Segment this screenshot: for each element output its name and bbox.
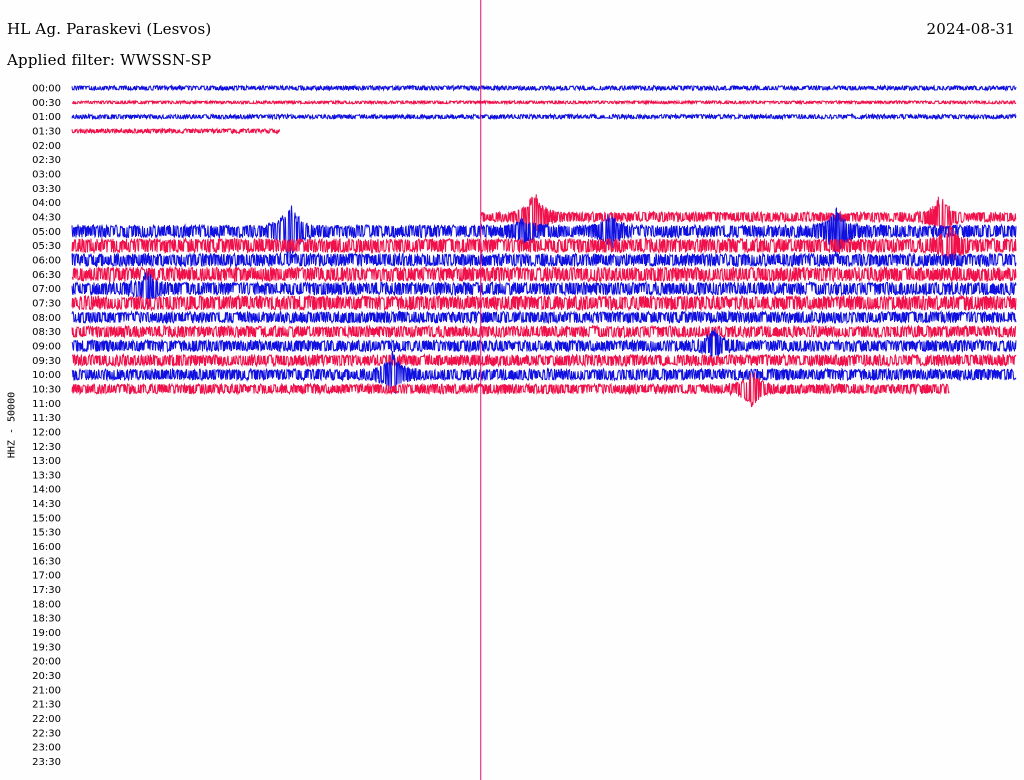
tick-label: 11:00 — [32, 399, 61, 410]
time-tick-labels: 00:00 00:30 01:00 01:30 02:00 02:30 03:00 03:30… — [32, 84, 61, 769]
tick-label: 18:00 — [32, 599, 61, 610]
tick-label: 08:30 — [32, 327, 61, 338]
tick-label: 17:00 — [32, 571, 61, 582]
tick-label: 00:30 — [32, 98, 61, 109]
tick-label: 06:30 — [32, 270, 61, 281]
tick-label: 03:30 — [32, 184, 61, 195]
trace-row-01:30 — [71, 127, 280, 135]
tick-label: 04:30 — [32, 212, 61, 223]
seismic-traces — [71, 84, 1017, 408]
tick-label: 04:00 — [32, 198, 61, 209]
tick-label: 10:30 — [32, 384, 61, 395]
trace-row-01:00 — [71, 112, 1017, 121]
tick-label: 16:30 — [32, 556, 61, 567]
tick-label: 07:00 — [32, 284, 61, 295]
tick-label: 09:00 — [32, 341, 61, 352]
tick-label: 21:00 — [32, 685, 61, 696]
tick-label: 15:30 — [32, 528, 61, 539]
trace-row-00:00 — [71, 84, 1017, 92]
tick-label: 05:00 — [32, 227, 61, 238]
tick-label: 07:30 — [32, 298, 61, 309]
tick-label: 15:00 — [32, 513, 61, 524]
tick-label: 13:30 — [32, 470, 61, 481]
trace-row-09:30 — [71, 352, 1017, 368]
tick-label: 06:00 — [32, 255, 61, 266]
tick-label: 20:30 — [32, 671, 61, 682]
tick-label: 16:00 — [32, 542, 61, 553]
tick-label: 01:30 — [32, 126, 61, 137]
trace-row-08:30 — [71, 324, 1017, 339]
tick-label: 11:30 — [32, 413, 61, 424]
trace-row-07:30 — [71, 294, 1017, 312]
tick-label: 09:30 — [32, 356, 61, 367]
tick-label: 21:30 — [32, 700, 61, 711]
tick-label: 19:00 — [32, 628, 61, 639]
tick-label: 19:30 — [32, 642, 61, 653]
tick-label: 22:00 — [32, 714, 61, 725]
tick-label: 23:30 — [32, 757, 61, 768]
tick-label: 10:00 — [32, 370, 61, 381]
tick-label: 20:00 — [32, 657, 61, 668]
trace-row-08:00 — [71, 309, 1017, 325]
trace-row-00:30 — [71, 99, 1017, 106]
tick-label: 01:00 — [32, 112, 61, 123]
tick-label: 23:00 — [32, 743, 61, 754]
trace-row-06:00 — [71, 251, 1017, 269]
tick-label: 02:00 — [32, 141, 61, 152]
tick-label: 00:00 — [32, 84, 61, 95]
tick-label: 12:00 — [32, 427, 61, 438]
tick-label: 02:30 — [32, 155, 61, 166]
tick-label: 17:30 — [32, 585, 61, 596]
tick-label: 14:00 — [32, 485, 61, 496]
tick-label: 05:30 — [32, 241, 61, 252]
tick-label: 03:00 — [32, 169, 61, 180]
tick-label: 14:30 — [32, 499, 61, 510]
trace-row-06:30 — [71, 265, 1017, 284]
tick-label: 18:30 — [32, 614, 61, 625]
tick-label: 13:00 — [32, 456, 61, 467]
tick-label: 08:00 — [32, 313, 61, 324]
seismogram-plot: 00:00 00:30 01:00 01:30 02:00 02:30 03:00 03:30… — [32, 0, 1017, 780]
tick-label: 12:30 — [32, 442, 61, 453]
tick-label: 22:30 — [32, 728, 61, 739]
